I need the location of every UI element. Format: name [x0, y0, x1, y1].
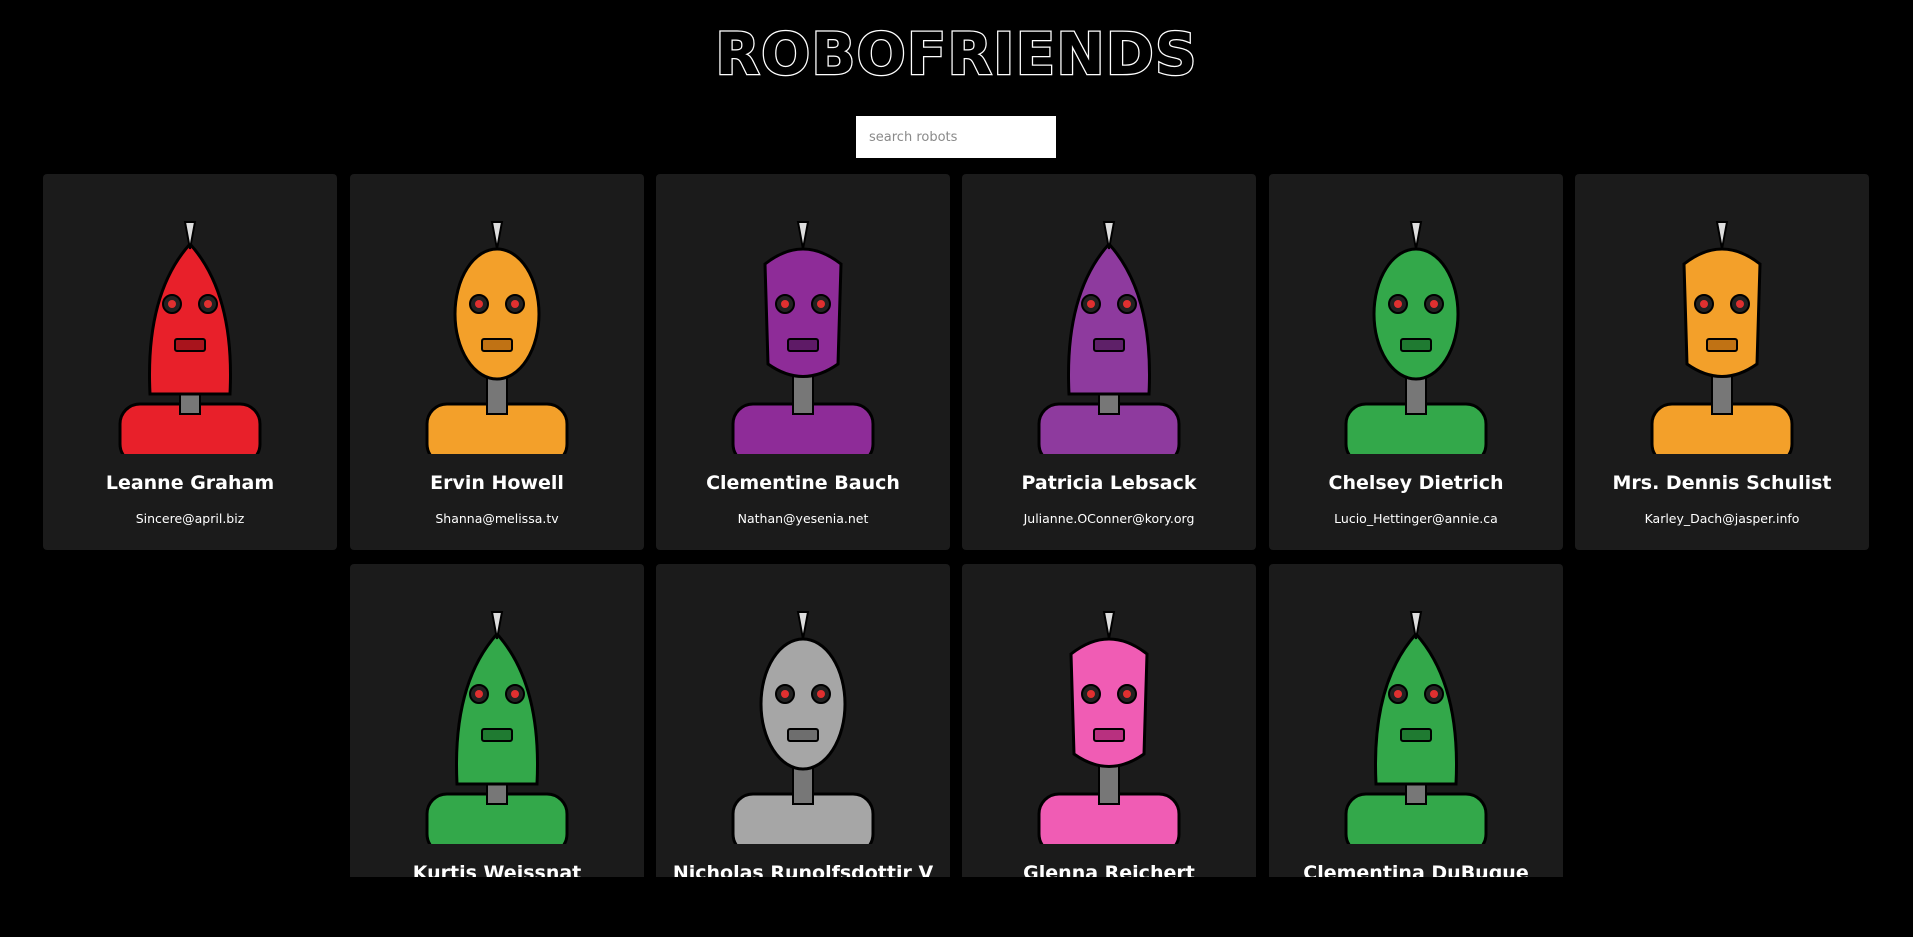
robot-card[interactable]: Leanne Graham Sincere@april.biz: [43, 174, 337, 550]
robot-name: Kurtis Weissnat: [412, 862, 582, 877]
robot-card[interactable]: Patricia Lebsack Julianne.OConner@kory.or…: [962, 174, 1256, 550]
robot-list-scroll-area[interactable]: Leanne Graham Sincere@april.biz Ervin How…: [0, 174, 1913, 877]
robot-email: Karley_Dach@jasper.info: [1644, 511, 1800, 526]
robot-name: Nicholas Runolfsdottir V: [672, 862, 934, 877]
robot-card[interactable]: Glenna ReichertChaim_McDermott@dana.io: [962, 564, 1256, 877]
robot-name: Clementine Bauch: [706, 472, 900, 494]
robot-card[interactable]: Clementine Bauch Nathan@yesenia.net: [656, 174, 950, 550]
robot-avatar: [1622, 174, 1822, 454]
robot-name: Clementina DuBuque: [1303, 862, 1529, 877]
robot-avatar: [703, 564, 903, 844]
robot-avatar: [1316, 174, 1516, 454]
robot-avatar: [1009, 174, 1209, 454]
robot-email: Nathan@yesenia.net: [737, 511, 869, 526]
robot-name: Mrs. Dennis Schulist: [1612, 472, 1832, 494]
robot-avatar: [397, 174, 597, 454]
robot-avatar: [703, 174, 903, 454]
robot-name: Glenna Reichert: [1023, 862, 1195, 877]
robot-card[interactable]: Nicholas Runolfsdottir VSherwood@rosamon…: [656, 564, 950, 877]
robot-email: Shanna@melissa.tv: [435, 511, 559, 526]
robot-card[interactable]: Chelsey Dietrich Lucio_Hettinger@annie.ca: [1269, 174, 1563, 550]
robot-card[interactable]: Kurtis WeissnatTelly.Hoeger@billy.biz: [350, 564, 644, 877]
robot-avatar: [1316, 564, 1516, 844]
robot-email: Julianne.OConner@kory.org: [1023, 511, 1195, 526]
robot-name: Chelsey Dietrich: [1328, 472, 1504, 494]
robot-name: Ervin Howell: [430, 472, 564, 494]
search-input[interactable]: [856, 116, 1056, 158]
app-title-text: ROBOFRIENDS: [714, 20, 1198, 88]
robot-name: Leanne Graham: [105, 472, 275, 494]
robot-email: Sincere@april.biz: [135, 511, 245, 526]
robot-email: Lucio_Hettinger@annie.ca: [1334, 511, 1498, 526]
app-title: ROBOFRIENDS: [0, 20, 1913, 88]
robot-name: Patricia Lebsack: [1021, 472, 1197, 494]
robot-avatar: [397, 564, 597, 844]
robot-card[interactable]: Mrs. Dennis Schulist Karley_Dach@jasper.i…: [1575, 174, 1869, 550]
robot-avatar: [90, 174, 290, 454]
robot-card[interactable]: Ervin Howell Shanna@melissa.tv: [350, 174, 644, 550]
robot-avatar: [1009, 564, 1209, 844]
robot-card[interactable]: Clementina DuBuqueRey.Padberg@karina.biz: [1269, 564, 1563, 877]
